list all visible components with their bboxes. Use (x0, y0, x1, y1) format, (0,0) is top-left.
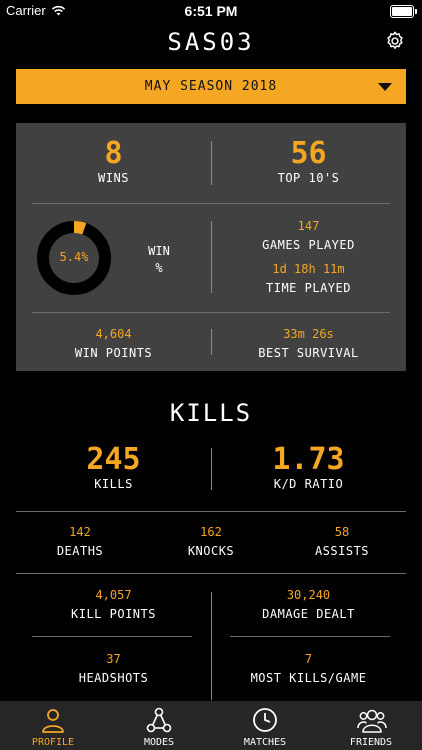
best-survival-stat: 33m 26s BEST SURVIVAL (211, 326, 406, 360)
tab-friends[interactable]: FRIENDS (318, 701, 422, 750)
page-title: SAS03 (167, 28, 255, 56)
top10-label: TOP 10'S (277, 171, 340, 185)
tab-friends-label: FRIENDS (349, 737, 393, 748)
kills-label: KILLS (94, 477, 133, 491)
tab-matches-label: MATCHES (243, 737, 287, 748)
group-icon (357, 709, 387, 733)
headshots-label: HEADSHOTS (78, 671, 149, 685)
battery-icon (390, 5, 417, 18)
win-percent-label-line2: % (155, 261, 163, 275)
most-kills-stat: 7 MOST KILLS/GAME (211, 651, 406, 685)
kill-points-value: 4,057 (95, 588, 132, 602)
top10-stat: 56 TOP 10'S (211, 136, 406, 186)
kills-stat: 245 KILLS (16, 442, 211, 492)
kills-value: 245 (86, 442, 141, 477)
overview-panel: 8 WINS 56 TOP 10'S 5.4% WIN % 147 GAMES … (16, 123, 406, 371)
divider (211, 448, 212, 490)
chevron-down-icon (378, 83, 392, 91)
wins-value: 8 (104, 136, 123, 171)
time-played-value: 1d 18h 11m (272, 262, 345, 276)
assists-stat: 58 ASSISTS (278, 524, 406, 558)
divider (16, 573, 406, 574)
deaths-value: 142 (69, 525, 91, 539)
wins-label: WINS (98, 171, 129, 185)
damage-dealt-value: 30,240 (286, 588, 331, 602)
wins-stat: 8 WINS (16, 136, 211, 186)
most-kills-value: 7 (304, 652, 313, 666)
games-played-value: 147 (297, 219, 320, 233)
divider (32, 203, 390, 204)
time-played-label: TIME PLAYED (266, 281, 351, 295)
assists-value: 58 (334, 525, 350, 539)
knocks-stat: 162 KNOCKS (147, 524, 275, 558)
status-time: 6:51 PM (184, 3, 238, 19)
games-played-stat: 147 GAMES PLAYED (211, 218, 406, 252)
knocks-label: KNOCKS (187, 544, 235, 558)
headshots-value: 37 (106, 652, 121, 666)
clock-icon (253, 708, 277, 732)
win-points-label: WIN POINTS (74, 346, 153, 360)
tab-profile-label: PROFILE (31, 737, 75, 748)
deaths-label: DEATHS (56, 544, 104, 558)
status-bar: Carrier 6:51 PM (0, 0, 422, 22)
tab-modes[interactable]: MODES (106, 701, 212, 750)
season-dropdown[interactable]: MAY SEASON 2018 (16, 69, 406, 104)
games-played-label: GAMES PLAYED (262, 238, 355, 252)
win-points-value: 4,604 (95, 327, 132, 341)
kd-ratio-stat: 1.73 K/D RATIO (211, 442, 406, 492)
divider (16, 511, 406, 512)
divider (211, 141, 212, 185)
season-label: MAY SEASON 2018 (144, 79, 278, 94)
tab-matches[interactable]: MATCHES (212, 701, 318, 750)
gear-icon[interactable] (384, 30, 406, 52)
kills-heading: KILLS (169, 399, 253, 427)
time-played-stat: 1d 18h 11m TIME PLAYED (211, 261, 406, 295)
assists-label: ASSISTS (314, 544, 370, 558)
deaths-stat: 142 DEATHS (16, 524, 144, 558)
kill-points-label: KILL POINTS (71, 607, 156, 621)
kd-ratio-value: 1.73 (272, 442, 345, 477)
tab-bar: PROFILE MODES MATCHES FRIENDS (0, 701, 422, 750)
most-kills-label: MOST KILLS/GAME (250, 671, 367, 685)
damage-dealt-label: DAMAGE DEALT (262, 607, 355, 621)
win-percent-value: 5.4% (59, 250, 89, 264)
headshots-stat: 37 HEADSHOTS (16, 651, 211, 685)
nodes-icon (146, 707, 172, 733)
divider (230, 636, 390, 637)
divider (32, 636, 192, 637)
divider (32, 312, 390, 313)
person-icon (42, 709, 64, 733)
tab-modes-label: MODES (143, 737, 175, 748)
tab-profile[interactable]: PROFILE (0, 701, 106, 750)
best-survival-value: 33m 26s (283, 327, 334, 341)
best-survival-label: BEST SURVIVAL (258, 346, 359, 360)
win-percent-label-line1: WIN (148, 244, 170, 258)
kill-points-stat: 4,057 KILL POINTS (16, 587, 211, 621)
knocks-value: 162 (200, 525, 222, 539)
kd-ratio-label: K/D RATIO (273, 477, 344, 491)
win-points-stat: 4,604 WIN POINTS (16, 326, 211, 360)
top10-value: 56 (290, 136, 327, 171)
damage-dealt-stat: 30,240 DAMAGE DEALT (211, 587, 406, 621)
win-percent-label: WIN % (144, 243, 174, 277)
